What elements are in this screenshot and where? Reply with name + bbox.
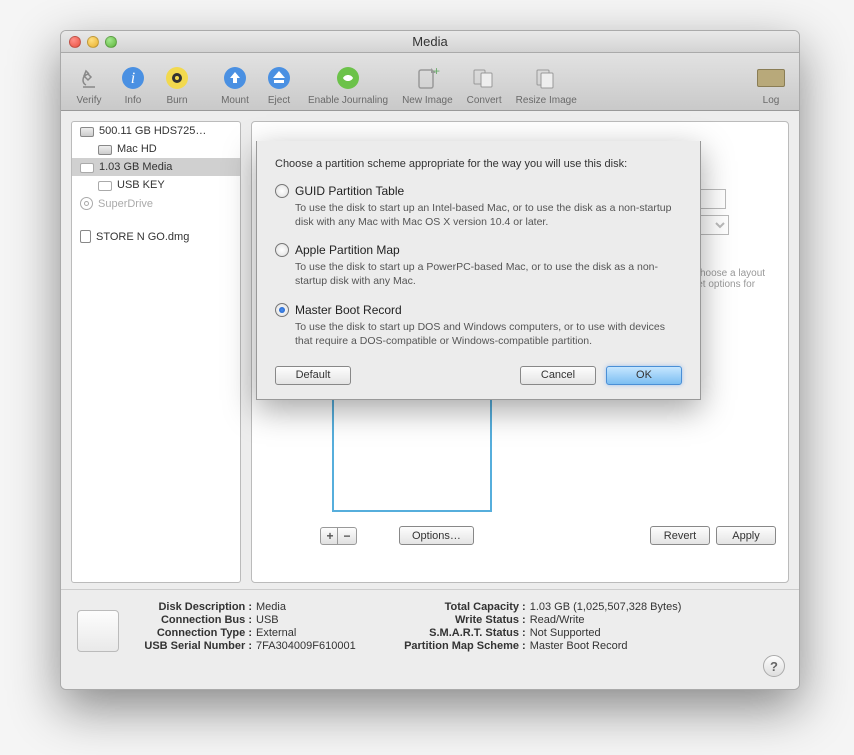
apply-button[interactable]: Apply (716, 526, 776, 545)
sidebar-item-disk[interactable]: 500.11 GB HDS725… (72, 122, 240, 140)
disk-utility-window: Media Verify i Info Burn Mount (60, 30, 800, 690)
toolbar: Verify i Info Burn Mount Eject (61, 53, 799, 111)
journaling-icon (333, 63, 363, 93)
hard-drive-icon (98, 145, 112, 155)
external-drive-icon (80, 163, 94, 173)
sidebar-item-volume[interactable]: USB KEY (72, 176, 240, 194)
external-drive-icon (98, 181, 112, 191)
footer-col-left: Disk Description :Media Connection Bus :… (137, 600, 356, 679)
toolbar-new-image[interactable]: + New Image (397, 63, 458, 106)
radio-icon[interactable] (275, 303, 289, 317)
toolbar-convert[interactable]: Convert (462, 63, 507, 106)
resize-icon (531, 63, 561, 93)
partition-scheme-sheet: Choose a partition scheme appropriate fo… (256, 141, 701, 400)
microscope-icon (74, 63, 104, 93)
revert-button[interactable]: Revert (650, 526, 710, 545)
log-icon (756, 63, 786, 93)
default-button[interactable]: Default (275, 366, 351, 385)
disk-image-icon (80, 230, 91, 243)
option-guid[interactable]: GUID Partition Table To use the disk to … (275, 184, 682, 229)
toolbar-log[interactable]: Log (751, 63, 791, 106)
eject-icon (264, 63, 294, 93)
new-image-icon: + (412, 63, 442, 93)
toolbar-verify[interactable]: Verify (69, 63, 109, 106)
window-title: Media (61, 34, 799, 49)
sidebar-item-volume[interactable]: Mac HD (72, 140, 240, 158)
svg-text:i: i (131, 70, 135, 87)
titlebar: Media (61, 31, 799, 53)
ok-button[interactable]: OK (606, 366, 682, 385)
disk-large-icon (77, 610, 119, 652)
toolbar-resize-image[interactable]: Resize Image (511, 63, 582, 106)
options-button[interactable]: Options… (399, 526, 474, 545)
footer-col-right: Total Capacity :1.03 GB (1,025,507,328 B… (386, 600, 682, 679)
radio-icon[interactable] (275, 243, 289, 257)
close-icon[interactable] (69, 36, 81, 48)
optical-drive-icon (80, 197, 93, 210)
toolbar-eject[interactable]: Eject (259, 63, 299, 106)
sidebar-item-media-selected[interactable]: 1.03 GB Media (72, 158, 240, 176)
sidebar-item-superdrive[interactable]: SuperDrive (72, 194, 240, 213)
convert-icon (469, 63, 499, 93)
radio-icon[interactable] (275, 184, 289, 198)
burn-icon (162, 63, 192, 93)
info-icon: i (118, 63, 148, 93)
toolbar-info[interactable]: i Info (113, 63, 153, 106)
hard-drive-icon (80, 127, 94, 137)
option-mbr[interactable]: Master Boot Record To use the disk to st… (275, 303, 682, 348)
option-apm[interactable]: Apple Partition Map To use the disk to s… (275, 243, 682, 288)
sheet-prompt: Choose a partition scheme appropriate fo… (275, 157, 682, 172)
toolbar-mount[interactable]: Mount (215, 63, 255, 106)
disk-sidebar[interactable]: 500.11 GB HDS725… Mac HD 1.03 GB Media U… (71, 121, 241, 583)
minimize-icon[interactable] (87, 36, 99, 48)
remove-partition-button[interactable]: − (337, 527, 357, 545)
svg-text:+: + (433, 65, 440, 78)
help-button[interactable]: ? (763, 655, 785, 677)
cancel-button[interactable]: Cancel (520, 366, 596, 385)
toolbar-enable-journaling[interactable]: Enable Journaling (303, 63, 393, 106)
zoom-icon[interactable] (105, 36, 117, 48)
disk-info-footer: Disk Description :Media Connection Bus :… (61, 589, 799, 689)
sidebar-item-dmg[interactable]: STORE N GO.dmg (72, 227, 240, 246)
mount-icon (220, 63, 250, 93)
toolbar-burn[interactable]: Burn (157, 63, 197, 106)
